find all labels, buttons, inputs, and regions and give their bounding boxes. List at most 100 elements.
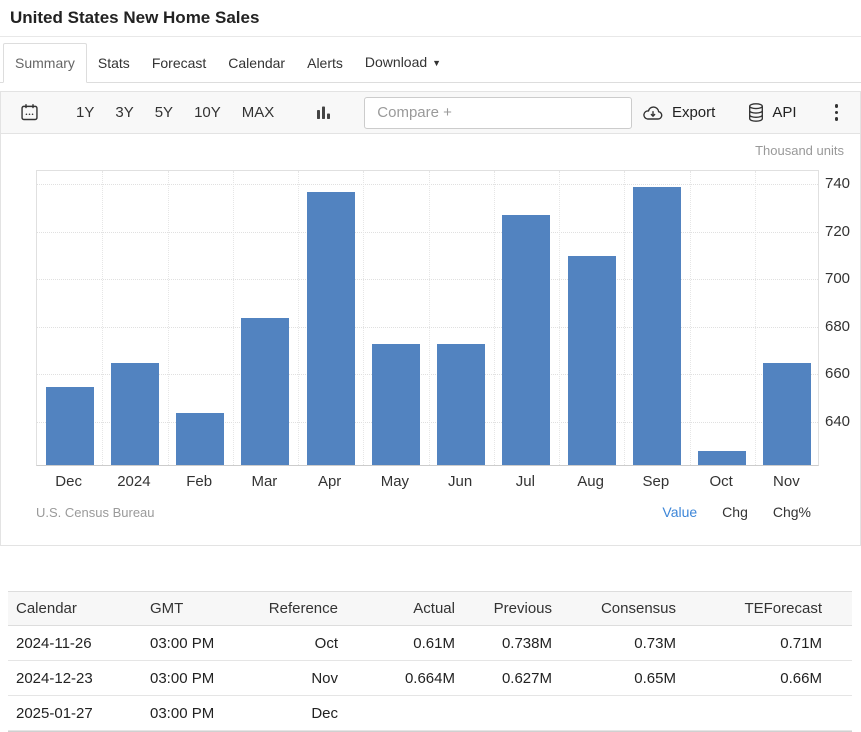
bar-aug[interactable] — [568, 256, 616, 465]
tab-forecast[interactable]: Forecast — [141, 44, 217, 82]
x-axis-labels: Dec2024FebMarAprMayJunJulAugSepOctNov — [36, 473, 819, 491]
cell-gmt: 03:00 PM — [138, 626, 253, 661]
more-options-button[interactable] — [829, 101, 845, 124]
cell-previous: 0.738M — [463, 626, 560, 661]
tab-summary[interactable]: Summary — [3, 43, 87, 83]
kebab-icon — [835, 104, 839, 108]
cell-previous — [463, 696, 560, 731]
export-label: Export — [672, 104, 715, 121]
x-axis-label-jun: Jun — [428, 473, 493, 490]
y-axis-tick-660: 660 — [825, 365, 859, 382]
range-button-5y[interactable]: 5Y — [147, 100, 181, 125]
calendar-table-body: 2024-11-2603:00 PMOct0.61M0.738M0.73M0.7… — [8, 626, 852, 731]
x-axis-label-nov: Nov — [754, 473, 819, 490]
x-axis-label-mar: Mar — [232, 473, 297, 490]
x-gridline — [429, 171, 430, 465]
cell-actual — [348, 696, 463, 731]
date-range-button[interactable] — [17, 100, 42, 125]
x-gridline — [494, 171, 495, 465]
tab-download[interactable]: Download▼ — [354, 43, 452, 82]
calendar-table-head: CalendarGMTReferenceActualPreviousConsen… — [8, 592, 852, 626]
x-gridline — [298, 171, 299, 465]
page-header: United States New Home Sales — [0, 0, 861, 37]
range-button-1y[interactable]: 1Y — [68, 100, 102, 125]
cell-teforecast — [684, 696, 852, 731]
cell-reference: Oct — [253, 626, 348, 661]
x-gridline — [168, 171, 169, 465]
calendar-table: CalendarGMTReferenceActualPreviousConsen… — [8, 591, 852, 731]
column-header-gmt: GMT — [138, 592, 253, 626]
bar-may[interactable] — [372, 344, 420, 465]
y-axis-tick-720: 720 — [825, 223, 859, 240]
cell-actual: 0.61M — [348, 626, 463, 661]
column-header-previous: Previous — [463, 592, 560, 626]
api-label: API — [772, 104, 796, 121]
cell-gmt: 03:00 PM — [138, 696, 253, 731]
column-header-calendar: Calendar — [8, 592, 138, 626]
x-axis-label-dec: Dec — [36, 473, 101, 490]
y-axis-tick-680: 680 — [825, 318, 859, 335]
cell-consensus — [560, 696, 684, 731]
cell-gmt: 03:00 PM — [138, 661, 253, 696]
cell-calendar: 2024-12-23 — [8, 661, 138, 696]
cell-calendar: 2024-11-26 — [8, 626, 138, 661]
bar-feb[interactable] — [176, 413, 224, 465]
x-axis-label-apr: Apr — [297, 473, 362, 490]
y-gridline — [37, 184, 818, 185]
x-gridline — [755, 171, 756, 465]
bar-nov[interactable] — [763, 363, 811, 465]
cell-consensus: 0.73M — [560, 626, 684, 661]
calendar-icon — [19, 102, 40, 123]
table-row[interactable]: 2024-12-2303:00 PMNov0.664M0.627M0.65M0.… — [8, 661, 852, 696]
y-gridline — [37, 327, 818, 328]
table-row[interactable]: 2025-01-2703:00 PMDec — [8, 696, 852, 731]
cell-teforecast: 0.71M — [684, 626, 852, 661]
bar-oct[interactable] — [698, 451, 746, 465]
bar-sep[interactable] — [633, 187, 681, 465]
footer-link-chgpct[interactable]: Chg% — [773, 504, 811, 520]
bar-apr[interactable] — [307, 192, 355, 465]
column-header-reference: Reference — [253, 592, 348, 626]
bar-dec[interactable] — [46, 387, 94, 465]
range-button-10y[interactable]: 10Y — [186, 100, 229, 125]
tab-bar: SummaryStatsForecastCalendarAlertsDownlo… — [0, 37, 861, 83]
cell-previous: 0.627M — [463, 661, 560, 696]
x-axis-label-aug: Aug — [558, 473, 623, 490]
footer-link-chg[interactable]: Chg — [722, 504, 748, 520]
cell-calendar: 2025-01-27 — [8, 696, 138, 731]
series-mode-links: Value Chg Chg% — [662, 504, 811, 520]
x-gridline — [624, 171, 625, 465]
cloud-download-icon — [641, 103, 665, 123]
tab-calendar[interactable]: Calendar — [217, 44, 296, 82]
cell-actual: 0.664M — [348, 661, 463, 696]
database-icon — [747, 102, 765, 123]
x-axis-label-feb: Feb — [167, 473, 232, 490]
range-button-3y[interactable]: 3Y — [107, 100, 141, 125]
axis-unit-label: Thousand units — [755, 143, 844, 158]
footer-link-value[interactable]: Value — [662, 504, 697, 520]
source-link[interactable]: U.S. Census Bureau — [36, 505, 155, 520]
cell-reference: Nov — [253, 661, 348, 696]
bar-mar[interactable] — [241, 318, 289, 465]
column-header-actual: Actual — [348, 592, 463, 626]
x-gridline — [690, 171, 691, 465]
range-buttons: 1Y3Y5Y10YMAX — [68, 100, 282, 125]
bar-jul[interactable] — [502, 215, 550, 465]
export-button[interactable]: Export — [641, 103, 715, 123]
page-title: United States New Home Sales — [10, 8, 851, 28]
table-row[interactable]: 2024-11-2603:00 PMOct0.61M0.738M0.73M0.7… — [8, 626, 852, 661]
tab-stats[interactable]: Stats — [87, 44, 141, 82]
api-button[interactable]: API — [747, 102, 796, 123]
chart-type-button[interactable] — [314, 103, 334, 123]
column-header-teforecast: TEForecast — [684, 592, 852, 626]
bar-2024[interactable] — [111, 363, 159, 465]
bar-jun[interactable] — [437, 344, 485, 465]
x-axis-label-sep: Sep — [623, 473, 688, 490]
x-gridline — [102, 171, 103, 465]
tab-alerts[interactable]: Alerts — [296, 44, 354, 82]
x-axis-label-2024: 2024 — [101, 473, 166, 490]
x-axis-label-may: May — [362, 473, 427, 490]
range-button-max[interactable]: MAX — [234, 100, 283, 125]
compare-input[interactable] — [364, 97, 632, 129]
bar-chart-icon — [316, 105, 332, 121]
